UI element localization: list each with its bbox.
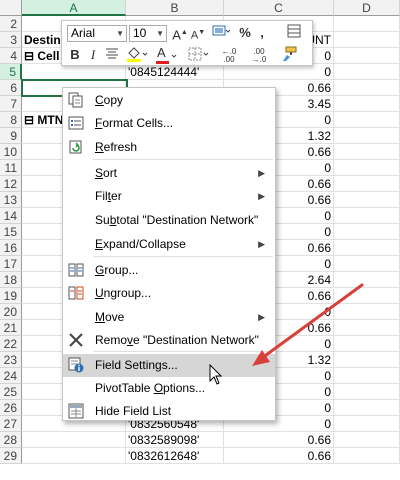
- mouse-cursor-icon: [209, 364, 223, 385]
- annotation-arrow-icon: [252, 283, 364, 366]
